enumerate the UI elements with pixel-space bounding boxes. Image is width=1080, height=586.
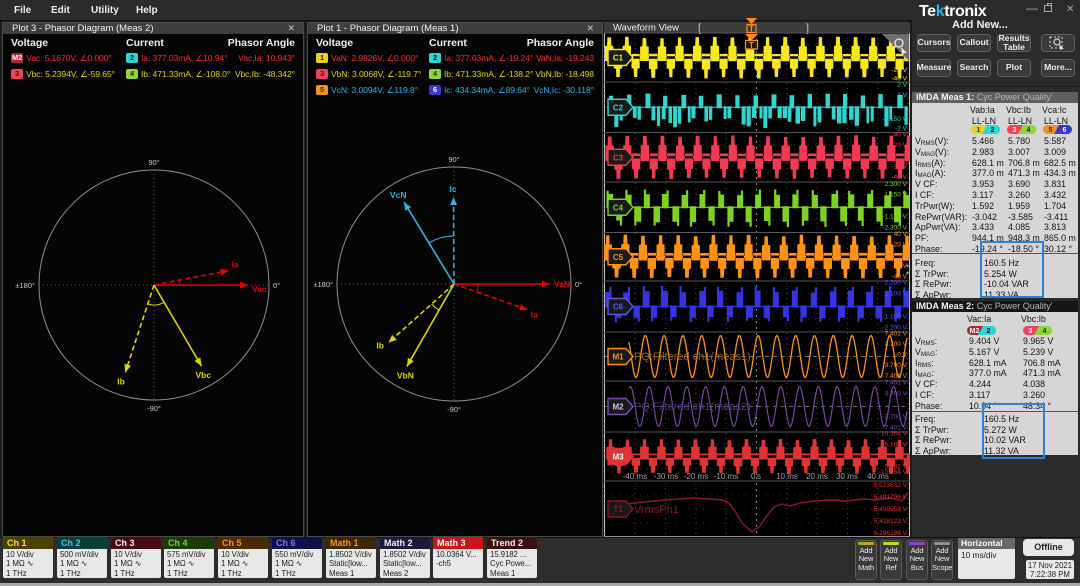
svg-text:C1: C1	[613, 54, 624, 63]
svg-text:6: 6	[1063, 127, 1067, 134]
svg-text:5: 5	[1049, 127, 1053, 134]
svg-text:Ia: Ia	[531, 310, 538, 320]
svg-text:PQ:Filtered ch1(meas1): PQ:Filtered ch1(meas1)	[634, 351, 751, 363]
svg-text:-90°: -90°	[447, 405, 461, 414]
svg-text:-1.100 V: -1.100 V	[882, 314, 907, 321]
svg-text:3.700 V: 3.700 V	[885, 391, 908, 398]
svg-text:0°: 0°	[575, 280, 582, 289]
svg-text:5.491796 V: 5.491796 V	[874, 494, 908, 501]
svg-text:3: 3	[1029, 328, 1033, 335]
svg-text:3: 3	[1013, 127, 1017, 134]
svg-text:VbN: VbN	[397, 371, 414, 381]
svg-text:T1: T1	[613, 505, 623, 514]
svg-text:-90°: -90°	[147, 404, 161, 413]
svg-text:20 V: 20 V	[894, 142, 908, 149]
svg-text:-10 ms: -10 ms	[714, 472, 738, 481]
svg-text:2 V: 2 V	[897, 82, 907, 89]
svg-text:2.300 V: 2.300 V	[885, 181, 908, 188]
svg-text:C3: C3	[613, 153, 624, 162]
svg-text:40 V: 40 V	[894, 132, 908, 139]
svg-text:20 V: 20 V	[894, 242, 908, 249]
svg-text:M3: M3	[612, 453, 624, 462]
svg-text:C6: C6	[613, 303, 624, 312]
svg-text:40 V: 40 V	[894, 231, 908, 238]
svg-text:VaN: VaN	[554, 279, 570, 289]
svg-text:-30 ms: -30 ms	[654, 472, 678, 481]
svg-text:Vac: Vac	[252, 284, 267, 294]
svg-text:-20 ms: -20 ms	[684, 472, 708, 481]
svg-text:90°: 90°	[448, 155, 459, 164]
svg-text:4: 4	[1043, 328, 1047, 335]
svg-text:-10.364 V: -10.364 V	[879, 469, 908, 476]
svg-text:C5: C5	[613, 253, 624, 262]
svg-text:-0 V: -0 V	[895, 352, 908, 359]
svg-text:M2: M2	[970, 328, 980, 335]
svg-text:VcN: VcN	[390, 190, 407, 200]
svg-text:T: T	[749, 40, 755, 50]
svg-text:4: 4	[1027, 127, 1031, 134]
svg-text:-20 V: -20 V	[891, 164, 907, 171]
svg-text:-1.150 V: -1.150 V	[882, 214, 907, 221]
svg-text:C4: C4	[613, 203, 624, 212]
svg-text:-3.700 V: -3.700 V	[882, 362, 907, 369]
svg-text:5.459959 V: 5.459959 V	[874, 506, 908, 513]
svg-text:5.428123 V: 5.428123 V	[874, 518, 908, 525]
svg-text:1.150 V: 1.150 V	[885, 192, 908, 199]
svg-text:±180°: ±180°	[313, 280, 333, 289]
svg-text:2.200 V: 2.200 V	[885, 280, 908, 287]
svg-text:2: 2	[987, 328, 991, 335]
svg-text:M1: M1	[612, 353, 624, 362]
svg-text:7.401 V: 7.401 V	[885, 380, 908, 387]
svg-text:1.100 V: 1.100 V	[885, 291, 908, 298]
svg-text:Waveform View: Waveform View	[613, 23, 679, 34]
svg-text:-40 V: -40 V	[891, 174, 907, 181]
svg-text:C2: C2	[613, 103, 624, 112]
svg-text:0°: 0°	[273, 281, 280, 290]
svg-text:Ib: Ib	[117, 376, 125, 386]
svg-text:1 V: 1 V	[897, 92, 907, 99]
svg-text:5.523632 V: 5.523632 V	[874, 482, 908, 489]
svg-text:5.182 V: 5.182 V	[885, 442, 908, 449]
svg-text:-1.150 V: -1.150 V	[882, 116, 907, 123]
svg-text:7.401 V: 7.401 V	[885, 331, 908, 338]
svg-text:Ic: Ic	[450, 184, 457, 194]
svg-text:Ia: Ia	[232, 260, 239, 270]
svg-text:30 ms: 30 ms	[836, 472, 858, 481]
svg-text:-20 V: -20 V	[891, 67, 907, 74]
svg-text:3.700 V: 3.700 V	[885, 341, 908, 348]
svg-text:20 ms: 20 ms	[806, 472, 828, 481]
svg-text:2: 2	[991, 127, 995, 134]
svg-text:PQ:Filtered ch1(meas2): PQ:Filtered ch1(meas2)	[634, 401, 751, 413]
svg-text:90°: 90°	[148, 158, 159, 167]
svg-text:-3.700 V: -3.700 V	[882, 414, 907, 421]
svg-text:0's: 0's	[751, 472, 761, 481]
svg-text:T: T	[749, 25, 754, 34]
svg-text:Ib: Ib	[376, 341, 384, 351]
svg-text:M2: M2	[612, 403, 624, 412]
svg-text:Vbc: Vbc	[196, 370, 212, 380]
svg-text:1: 1	[977, 127, 981, 134]
svg-text:10.364 V: 10.364 V	[881, 431, 908, 438]
svg-text:5.296286 V: 5.296286 V	[874, 530, 908, 537]
svg-text:-40 ms: -40 ms	[623, 472, 647, 481]
svg-text:10 ms: 10 ms	[776, 472, 798, 481]
svg-text:±180°: ±180°	[15, 281, 35, 290]
svg-text:VrmsPh1: VrmsPh1	[634, 504, 679, 516]
